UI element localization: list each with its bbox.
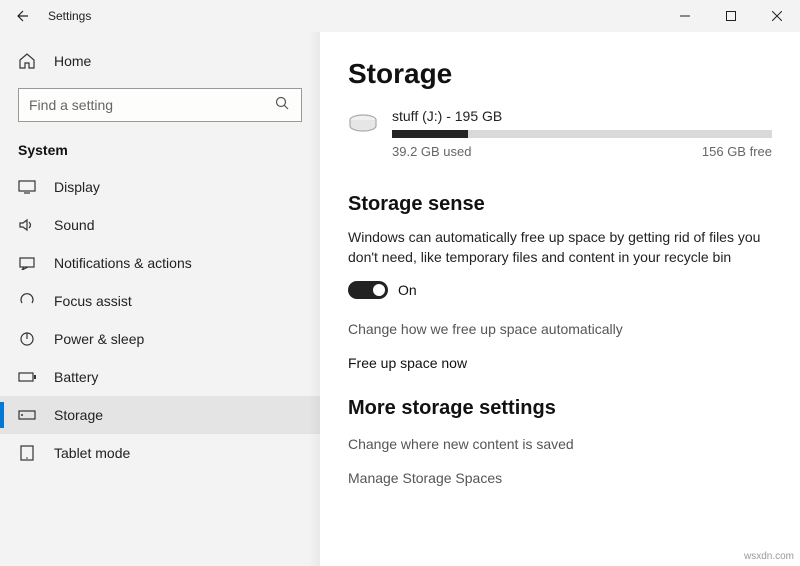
sidebar-item-display[interactable]: Display [0,168,320,206]
sidebar-item-label: Battery [54,369,98,385]
close-icon [772,11,782,21]
sound-icon [18,218,36,232]
sidebar-item-storage[interactable]: Storage [0,396,320,434]
drive-summary[interactable]: stuff (J:) - 195 GB 39.2 GB used 156 GB … [348,108,772,159]
search-input-wrap[interactable] [18,88,302,122]
display-icon [18,180,36,194]
sidebar-item-label: Focus assist [54,293,132,309]
main-panel: Storage stuff (J:) - 195 GB 39.2 GB used… [320,32,800,566]
window-title: Settings [48,9,91,23]
storage-sense-desc: Windows can automatically free up space … [348,228,772,267]
close-button[interactable] [754,0,800,32]
home-label: Home [54,53,91,69]
drive-usage-bar [392,130,772,138]
drive-usage-fill [392,130,468,138]
storage-sense-toggle-label: On [398,282,417,298]
drive-name: stuff (J:) - 195 GB [392,108,772,124]
sidebar-item-sound[interactable]: Sound [0,206,320,244]
storage-sense-heading: Storage sense [348,193,772,216]
page-title: Storage [348,58,772,90]
link-change-where[interactable]: Change where new content is saved [348,436,772,452]
more-storage-heading: More storage settings [348,397,772,420]
sidebar: Home System Display Sound Notifications … [0,32,320,566]
minimize-icon [680,11,690,21]
sidebar-item-notifications[interactable]: Notifications & actions [0,244,320,282]
home-icon [18,52,36,70]
tablet-icon [18,445,36,461]
storage-icon [18,409,36,421]
sidebar-item-label: Power & sleep [54,331,144,347]
sidebar-item-label: Sound [54,217,94,233]
drive-used: 39.2 GB used [392,144,472,159]
link-manage-spaces[interactable]: Manage Storage Spaces [348,470,772,486]
sidebar-item-power-sleep[interactable]: Power & sleep [0,320,320,358]
notifications-icon [18,256,36,270]
link-change-auto[interactable]: Change how we free up space automaticall… [348,321,772,337]
sidebar-item-focus-assist[interactable]: Focus assist [0,282,320,320]
back-button[interactable] [0,0,44,32]
link-free-now[interactable]: Free up space now [348,355,772,371]
sidebar-item-label: Notifications & actions [54,255,192,271]
search-icon [275,96,291,115]
maximize-icon [726,11,736,21]
sidebar-item-label: Display [54,179,100,195]
power-icon [18,331,36,347]
arrow-left-icon [14,8,30,24]
focus-assist-icon [18,293,36,309]
drive-free: 156 GB free [702,144,772,159]
section-heading: System [0,136,320,168]
sidebar-item-label: Tablet mode [54,445,130,461]
sidebar-item-battery[interactable]: Battery [0,358,320,396]
home-nav[interactable]: Home [0,44,320,78]
watermark: wsxdn.com [744,551,794,562]
maximize-button[interactable] [708,0,754,32]
minimize-button[interactable] [662,0,708,32]
storage-sense-toggle[interactable] [348,281,388,299]
search-input[interactable] [29,97,275,113]
titlebar: Settings [0,0,800,32]
battery-icon [18,371,36,383]
sidebar-item-label: Storage [54,407,103,423]
drive-icon [348,112,378,142]
sidebar-item-tablet-mode[interactable]: Tablet mode [0,434,320,472]
